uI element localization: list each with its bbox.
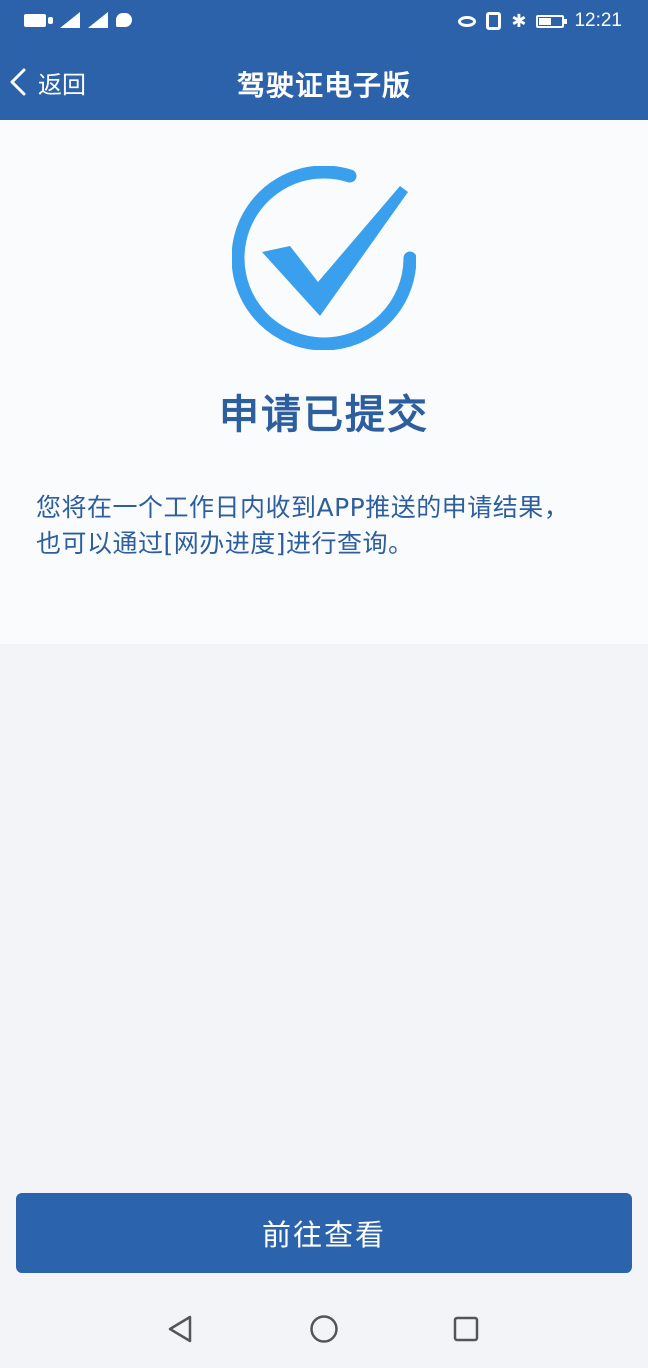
screen: ✱ 12:21 返回 驾驶证电子版 申请已提交 您将在一个工作日内收到APP推送… xyxy=(0,0,648,1368)
app-header: ✱ 12:21 返回 驾驶证电子版 xyxy=(0,0,648,120)
bluetooth-icon: ✱ xyxy=(511,11,527,31)
back-triangle-icon[interactable] xyxy=(164,1312,198,1346)
signal-icon xyxy=(88,12,108,28)
recents-square-icon[interactable] xyxy=(449,1312,483,1346)
chat-icon xyxy=(116,13,132,27)
signal-icon xyxy=(60,12,80,28)
result-card: 申请已提交 您将在一个工作日内收到APP推送的申请结果，也可以通过[网办进度]进… xyxy=(0,120,648,644)
nfc-icon xyxy=(486,12,502,30)
view-button[interactable]: 前往查看 xyxy=(16,1193,632,1273)
sim-card-icon xyxy=(24,13,53,27)
status-bar: ✱ 12:21 xyxy=(0,0,648,46)
system-navigation-bar xyxy=(0,1290,648,1368)
status-left-icons xyxy=(24,12,132,28)
home-circle-icon[interactable] xyxy=(307,1312,341,1346)
check-circle-icon xyxy=(232,166,416,350)
battery-icon xyxy=(536,14,568,28)
page-title: 驾驶证电子版 xyxy=(236,69,411,102)
result-description: 您将在一个工作日内收到APP推送的申请结果，也可以通过[网办进度]进行查询。 xyxy=(36,493,570,558)
eye-icon xyxy=(458,15,477,27)
result-title: 申请已提交 xyxy=(219,392,429,438)
status-time: 12:21 xyxy=(574,10,622,31)
status-right-icons: ✱ 12:21 xyxy=(458,10,622,32)
nav-bar: 返回 驾驶证电子版 xyxy=(0,46,648,120)
